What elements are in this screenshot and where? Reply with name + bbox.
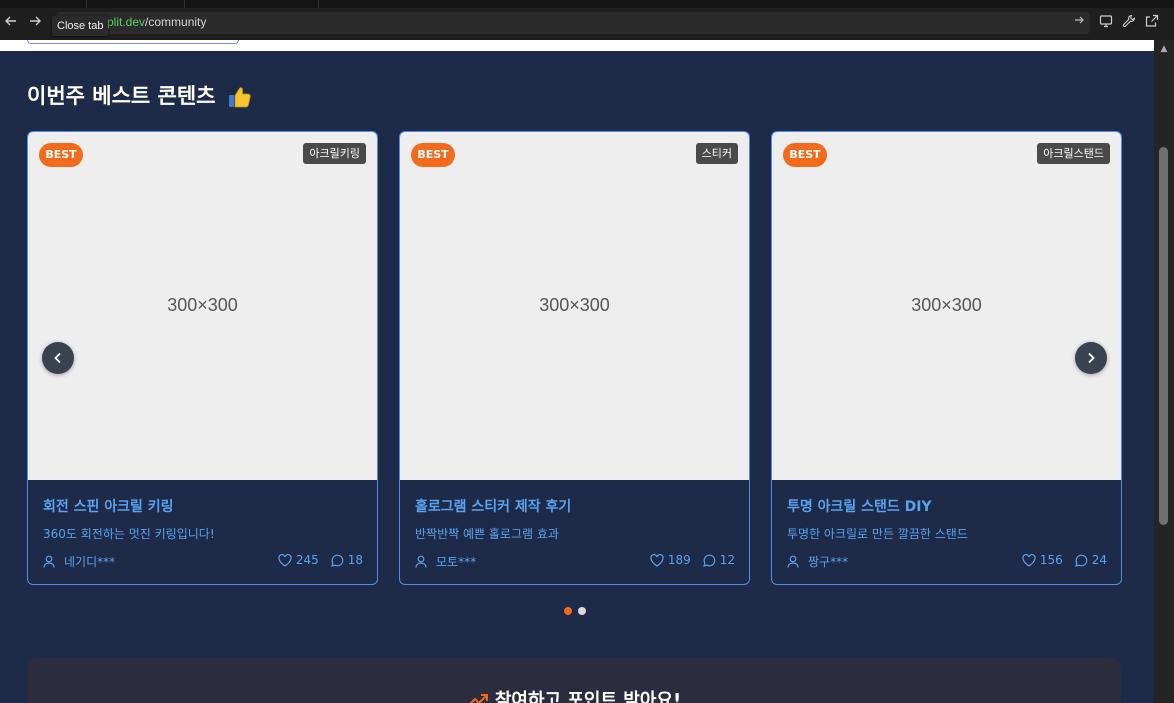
carousel-next-button[interactable] [1075, 342, 1107, 374]
promo-title: 참여하고 포인트 받아요! [27, 686, 1121, 703]
carousel-dot[interactable] [564, 607, 572, 615]
like-count[interactable]: 156 [1022, 553, 1063, 567]
heart-icon [1022, 553, 1036, 567]
previous-input-edge [27, 40, 239, 44]
card-image-label: 300×300 [167, 295, 238, 315]
carousel-dot[interactable] [578, 607, 586, 615]
comment-count-value: 12 [719, 553, 735, 567]
card-author: 짱구*** [787, 553, 848, 570]
comment-icon [702, 554, 716, 567]
card-stats: 156 24 [1022, 553, 1107, 567]
thumbs-up-icon [228, 86, 252, 112]
previous-section-edge [0, 40, 1154, 51]
best-content-card[interactable]: 300×300 BEST 아크릴키링 회전 스핀 아크릴 키링 360도 회전하… [27, 131, 378, 585]
url-text[interactable]: plit.dev/community [107, 15, 206, 29]
like-count[interactable]: 189 [650, 553, 691, 567]
comment-count[interactable]: 18 [330, 553, 363, 567]
scroll-up-icon[interactable]: ▲ [1158, 44, 1170, 54]
like-count-value: 189 [667, 553, 691, 567]
card-title[interactable]: 회전 스핀 아크릴 키링 [43, 496, 174, 516]
card-stats: 245 18 [278, 553, 363, 567]
back-arrow-icon[interactable] [3, 14, 19, 30]
user-icon [415, 555, 427, 568]
comment-count-value: 24 [1091, 553, 1107, 567]
tab-strip [0, 0, 1174, 8]
card-description: 360도 회전하는 멋진 키링입니다! [43, 527, 215, 541]
carousel-prev-button[interactable] [42, 342, 74, 374]
chevron-right-icon [1088, 352, 1095, 364]
tab-separator [318, 0, 319, 8]
tab-separator [184, 0, 185, 8]
external-link-icon[interactable] [1144, 14, 1160, 30]
like-count-value: 245 [295, 553, 319, 567]
best-content-card[interactable]: 300×300 BEST 아크릴스탠드 투명 아크릴 스탠드 DIY 투명한 아… [771, 131, 1122, 585]
tab-separator [86, 0, 87, 8]
card-stats: 189 12 [650, 553, 735, 567]
scroll-thumb[interactable] [1159, 147, 1168, 525]
card-image-label: 300×300 [911, 295, 982, 315]
category-tag: 아크릴스탠드 [1037, 143, 1110, 164]
heart-icon [278, 553, 292, 567]
comment-count-value: 18 [347, 553, 363, 567]
like-count-value: 156 [1039, 553, 1063, 567]
section-title: 이번주 베스트 콘텐츠 [27, 84, 216, 108]
monitor-icon[interactable] [1098, 14, 1114, 30]
card-description: 반짝반짝 예쁜 홀로그램 효과 [415, 527, 559, 541]
best-badge: BEST [783, 143, 827, 167]
card-author: 모토*** [415, 553, 476, 570]
trending-up-icon [469, 694, 488, 703]
best-content-card[interactable]: 300×300 BEST 스티커 홀로그램 스티커 제작 후기 반짝반짝 예쁜 … [399, 131, 750, 585]
comment-count[interactable]: 24 [1074, 553, 1107, 567]
author-name: 짱구*** [808, 555, 849, 569]
chevron-left-icon [54, 352, 61, 364]
author-name: 네기디*** [64, 555, 116, 569]
comment-icon [1074, 554, 1088, 567]
card-author: 네기디*** [43, 553, 115, 570]
comment-icon [330, 554, 344, 567]
author-name: 모토*** [436, 555, 477, 569]
go-arrow-icon[interactable] [1071, 14, 1087, 30]
browser-toolbar: plit.dev/community Close tab [0, 0, 1174, 40]
page-scrollbar[interactable]: ▲ [1154, 40, 1174, 703]
user-icon [787, 555, 799, 568]
heart-icon [650, 553, 664, 567]
category-tag: 스티커 [695, 143, 738, 164]
address-bar[interactable] [56, 12, 1090, 34]
wrench-icon[interactable] [1121, 14, 1137, 30]
like-count[interactable]: 245 [278, 553, 319, 567]
points-promo-panel: 참여하고 포인트 받아요! [27, 658, 1121, 703]
card-image-label: 300×300 [539, 295, 610, 315]
best-badge: BEST [39, 143, 83, 167]
card-title[interactable]: 홀로그램 스티커 제작 후기 [415, 496, 571, 516]
user-icon [43, 555, 55, 568]
card-description: 투명한 아크릴로 만든 깔끔한 스탠드 [787, 527, 968, 541]
best-badge: BEST [411, 143, 455, 167]
close-tab-tooltip: Close tab [52, 16, 109, 36]
card-title[interactable]: 투명 아크릴 스탠드 DIY [787, 496, 932, 516]
comment-count[interactable]: 12 [702, 553, 735, 567]
category-tag: 아크릴키링 [303, 143, 366, 164]
promo-title-text: 참여하고 포인트 받아요! [494, 690, 682, 703]
forward-arrow-icon[interactable] [27, 14, 43, 30]
